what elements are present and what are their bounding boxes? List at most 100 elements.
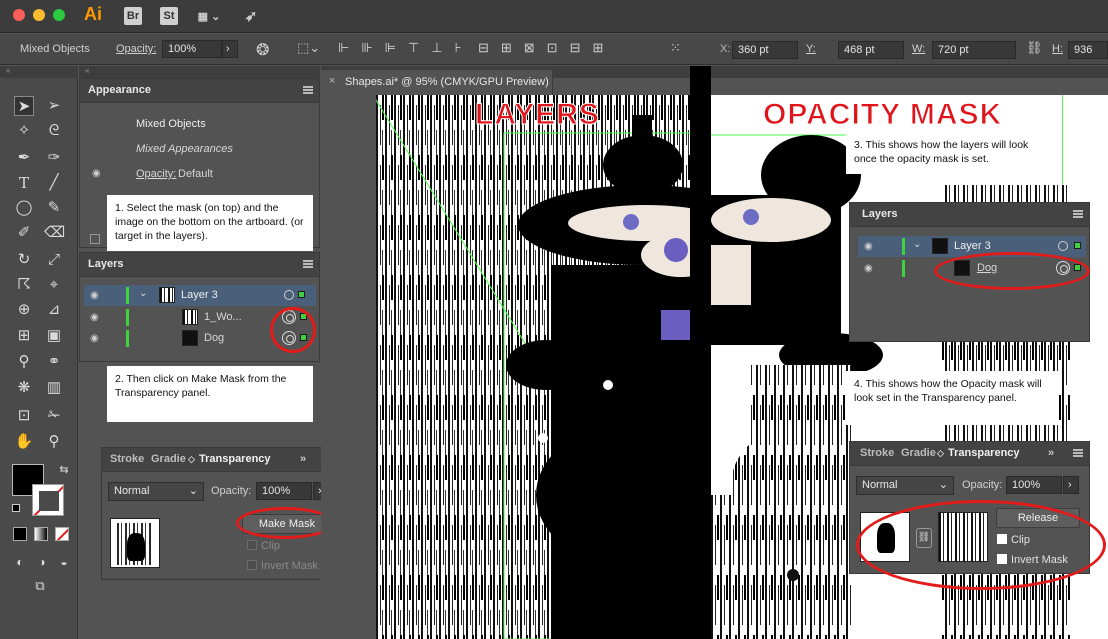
ellipse-tool-icon[interactable]: ◯ bbox=[14, 198, 34, 218]
layer3-expand-chevron-icon[interactable]: ⌄ bbox=[139, 288, 147, 299]
layer3-eye-icon[interactable]: ◉ bbox=[90, 290, 99, 301]
y-field[interactable]: 468 pt bbox=[838, 41, 904, 59]
appearance-row-mixed-appearances[interactable]: Mixed Appearances bbox=[136, 139, 233, 160]
draw-behind-icon[interactable]: ◑ bbox=[32, 552, 52, 572]
transparency-right-opacity-label[interactable]: Opacity: bbox=[962, 479, 1002, 491]
zoom-window-button[interactable] bbox=[53, 9, 65, 21]
gpu-rocket-icon[interactable]: ➶ bbox=[240, 7, 262, 25]
transparency-right-expand-icon[interactable]: » bbox=[1048, 447, 1054, 459]
stock-icon[interactable]: St bbox=[160, 7, 178, 25]
slice-tool-icon[interactable]: ✁ bbox=[44, 406, 64, 426]
dog-eye-icon[interactable]: ◉ bbox=[90, 333, 99, 344]
transparency-left-artwork-thumbnail[interactable] bbox=[110, 518, 160, 568]
right-layer3-eye-icon[interactable]: ◉ bbox=[864, 241, 873, 252]
appearance-visibility-eye-icon[interactable]: ◉ bbox=[92, 168, 101, 179]
column-graph-tool-icon[interactable]: ▥ bbox=[44, 378, 64, 398]
hand-tool-icon[interactable]: ✋ bbox=[14, 432, 34, 452]
line-tool-icon[interactable]: ╱ bbox=[44, 173, 64, 193]
swap-fill-stroke-icon[interactable]: ⇆ bbox=[54, 460, 74, 480]
tab-stroke-left[interactable]: Stroke bbox=[110, 453, 144, 465]
shape-builder-tool-icon[interactable]: ⊕ bbox=[14, 300, 34, 320]
opacity-label[interactable]: Opacity: bbox=[116, 43, 156, 55]
tab-transparency-right[interactable]: Transparency bbox=[948, 447, 1020, 459]
right-layer3-selection-indicator[interactable] bbox=[1074, 242, 1081, 249]
symbol-sprayer-tool-icon[interactable]: ❋ bbox=[14, 378, 34, 398]
tab-stroke-right[interactable]: Stroke bbox=[860, 447, 894, 459]
layers-panel-left-title[interactable]: Layers bbox=[88, 258, 123, 270]
document-tab[interactable]: × Shapes.ai* @ 95% (CMYK/GPU Preview) bbox=[321, 70, 553, 95]
eyedropper-tool-icon[interactable]: ⚲ bbox=[14, 352, 34, 372]
x-field[interactable]: 360 pt bbox=[732, 41, 798, 59]
blend-mode-dropdown-left[interactable]: Normal ⌄ bbox=[108, 482, 204, 501]
opacity-arrow[interactable]: › bbox=[222, 40, 238, 58]
magic-wand-tool-icon[interactable]: ✧ bbox=[14, 121, 34, 141]
clip-checkbox-left[interactable]: Clip bbox=[247, 540, 280, 552]
appearance-row-mixed-objects[interactable]: Mixed Objects bbox=[136, 114, 206, 135]
appearance-panel-title[interactable]: Appearance bbox=[88, 84, 151, 96]
right-layer3-expand-chevron-icon[interactable]: ⌄ bbox=[913, 239, 921, 250]
invert-mask-checkbox-left[interactable]: Invert Mask bbox=[247, 560, 318, 572]
appearance-new-art-checkbox[interactable] bbox=[90, 234, 100, 244]
gradient-mode-icon[interactable] bbox=[34, 527, 48, 541]
draw-normal-icon[interactable]: ◐ bbox=[10, 552, 30, 572]
close-document-icon[interactable]: × bbox=[329, 75, 335, 87]
gradient-tool-icon[interactable]: ▣ bbox=[44, 326, 64, 346]
layer3-target-icon[interactable] bbox=[284, 290, 294, 300]
recolor-artwork-icon[interactable]: ❂ bbox=[256, 40, 269, 60]
shaper-tool-icon[interactable]: ✐ bbox=[14, 223, 34, 243]
transparency-right-opacity-field[interactable]: 100% bbox=[1006, 476, 1062, 494]
artboard-left[interactable] bbox=[376, 95, 711, 639]
transparency-left-opacity-field[interactable]: 100% bbox=[256, 482, 312, 500]
panel-dock-collapse-bar[interactable]: « bbox=[79, 66, 320, 78]
close-window-button[interactable] bbox=[13, 9, 25, 21]
reference-point-icon[interactable]: ⁙ bbox=[670, 40, 681, 56]
invert-mask-checkbox-left-box[interactable] bbox=[247, 560, 257, 570]
eraser-tool-icon[interactable]: ⌫ bbox=[44, 223, 65, 243]
transparency-right-opacity-arrow[interactable]: › bbox=[1063, 476, 1079, 494]
h-field[interactable]: 936 bbox=[1068, 41, 1108, 59]
appearance-panel-menu-icon[interactable] bbox=[303, 86, 313, 94]
transparency-left-expand-icon[interactable]: » bbox=[300, 453, 306, 465]
blend-tool-icon[interactable]: ⚭ bbox=[44, 352, 64, 372]
screen-mode-icon[interactable]: ⧉ bbox=[30, 576, 50, 596]
layers-panel-left-menu-icon[interactable] bbox=[303, 260, 313, 268]
right-dog-eye-icon[interactable]: ◉ bbox=[864, 263, 873, 274]
type-tool-icon[interactable]: T bbox=[14, 173, 34, 193]
align-to-selection-icon[interactable]: ⬚⌄ bbox=[297, 40, 320, 56]
align-buttons[interactable]: ⊩⊪⊫⊤⊥⊦ bbox=[338, 40, 473, 56]
blend-mode-dropdown-right[interactable]: Normal ⌄ bbox=[856, 476, 954, 495]
tab-gradient-right[interactable]: Gradie bbox=[901, 447, 936, 459]
perspective-grid-tool-icon[interactable]: ⊿ bbox=[44, 300, 64, 320]
free-transform-tool-icon[interactable]: ⌖ bbox=[44, 275, 64, 295]
none-mode-icon[interactable] bbox=[55, 527, 69, 541]
layers-panel-right-title[interactable]: Layers bbox=[862, 208, 897, 220]
direct-selection-tool-icon[interactable]: ➢ bbox=[44, 96, 64, 116]
constrain-proportions-icon[interactable]: ⛓ bbox=[1026, 40, 1043, 56]
opacity-field[interactable]: 100% bbox=[162, 40, 222, 58]
artboard-tool-icon[interactable]: ⊡ bbox=[14, 406, 34, 426]
selection-tool-icon[interactable]: ➤ bbox=[14, 96, 34, 116]
clip-checkbox-left-box[interactable] bbox=[247, 540, 257, 550]
pen-tool-icon[interactable]: ✒ bbox=[14, 148, 34, 168]
minimize-window-button[interactable] bbox=[33, 9, 45, 21]
scale-tool-icon[interactable]: ⤢ bbox=[44, 250, 64, 270]
layers-panel-right-menu-icon[interactable] bbox=[1073, 210, 1083, 218]
layer3-selection-indicator[interactable] bbox=[298, 291, 305, 298]
curvature-tool-icon[interactable]: ✑ bbox=[44, 148, 64, 168]
default-colors-icon[interactable] bbox=[12, 504, 20, 512]
mesh-tool-icon[interactable]: ⊞ bbox=[14, 326, 34, 346]
layer3-name[interactable]: Layer 3 bbox=[181, 285, 218, 306]
bridge-icon[interactable]: Br bbox=[124, 7, 142, 25]
right-layer3-target-icon[interactable] bbox=[1058, 241, 1068, 251]
layer-row-layer3[interactable]: ◉ ⌄ Layer 3 bbox=[84, 285, 316, 306]
rotate-tool-icon[interactable]: ↻ bbox=[14, 250, 34, 270]
tab-gradient-left[interactable]: Gradie bbox=[151, 453, 186, 465]
tools-collapse-bar[interactable]: « bbox=[0, 66, 78, 78]
tab-transparency-left[interactable]: Transparency bbox=[199, 453, 271, 465]
zoom-tool-icon[interactable]: ⚲ bbox=[44, 432, 64, 452]
wood-name[interactable]: 1_Wo... bbox=[204, 307, 242, 328]
stroke-swatch[interactable] bbox=[32, 484, 64, 516]
w-field[interactable]: 720 pt bbox=[932, 41, 1016, 59]
paintbrush-tool-icon[interactable]: ✎ bbox=[44, 198, 64, 218]
lasso-tool-icon[interactable]: ᘓ bbox=[44, 121, 64, 141]
